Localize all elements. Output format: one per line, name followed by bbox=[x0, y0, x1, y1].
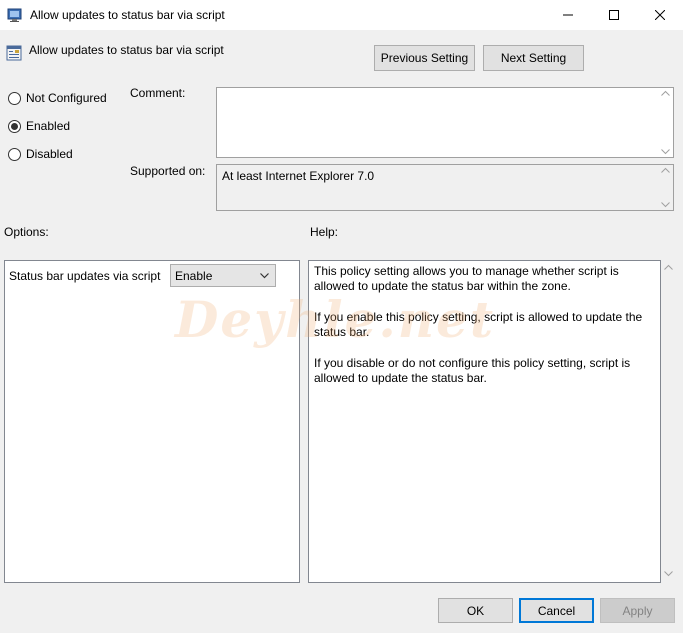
policy-title: Allow updates to status bar via script bbox=[29, 43, 224, 57]
policy-icon bbox=[6, 45, 22, 61]
radio-circle[interactable] bbox=[8, 147, 21, 161]
ok-button[interactable]: OK bbox=[438, 598, 513, 623]
radio-label: Not Configured bbox=[26, 91, 107, 105]
scroll-down-icon[interactable] bbox=[664, 571, 673, 577]
supported-on-value: At least Internet Explorer 7.0 bbox=[222, 169, 375, 183]
scroll-down-icon[interactable] bbox=[661, 202, 670, 208]
radio-enabled[interactable]: Enabled bbox=[8, 119, 70, 133]
title-bar: Allow updates to status bar via script bbox=[0, 0, 683, 30]
minimize-icon bbox=[563, 14, 573, 16]
comment-scrollbar[interactable] bbox=[658, 88, 673, 157]
next-setting-button[interactable]: Next Setting bbox=[483, 45, 584, 71]
supported-on-field: At least Internet Explorer 7.0 bbox=[216, 164, 674, 211]
app-icon bbox=[7, 8, 22, 22]
chevron-down-icon bbox=[260, 272, 269, 278]
dropdown-value: Enable bbox=[175, 268, 213, 283]
scroll-up-icon[interactable] bbox=[661, 167, 670, 173]
help-heading: Help: bbox=[310, 225, 339, 239]
radio-label: Disabled bbox=[26, 147, 73, 161]
status-bar-dropdown[interactable]: Enable bbox=[170, 264, 276, 287]
help-scrollbar[interactable] bbox=[661, 260, 676, 583]
radio-circle[interactable] bbox=[8, 91, 21, 105]
supported-on-label: Supported on: bbox=[130, 164, 206, 178]
options-heading: Options: bbox=[4, 225, 49, 239]
window-title: Allow updates to status bar via script bbox=[30, 8, 225, 22]
radio-circle-selected[interactable] bbox=[8, 119, 21, 133]
radio-label: Enabled bbox=[26, 119, 71, 133]
radio-not-configured[interactable]: Not Configured bbox=[8, 91, 107, 105]
scroll-up-icon[interactable] bbox=[661, 90, 670, 96]
close-button[interactable] bbox=[637, 0, 683, 30]
comment-label: Comment: bbox=[130, 86, 186, 100]
maximize-icon bbox=[609, 10, 619, 20]
scroll-up-icon[interactable] bbox=[664, 264, 673, 270]
supported-scrollbar[interactable] bbox=[658, 165, 673, 210]
cancel-button[interactable]: Cancel bbox=[519, 598, 594, 623]
watermark: Deyhle.net bbox=[175, 290, 496, 349]
close-icon bbox=[655, 10, 665, 20]
status-bar-setting-label: Status bar updates via script bbox=[9, 269, 161, 283]
scroll-down-icon[interactable] bbox=[661, 149, 670, 155]
maximize-button[interactable] bbox=[591, 0, 637, 30]
comment-textarea[interactable] bbox=[216, 87, 674, 158]
minimize-button[interactable] bbox=[545, 0, 591, 30]
apply-button[interactable]: Apply bbox=[600, 598, 675, 623]
radio-disabled[interactable]: Disabled bbox=[8, 147, 73, 161]
previous-setting-button[interactable]: Previous Setting bbox=[374, 45, 475, 71]
help-paragraph: If you disable or do not configure this … bbox=[314, 356, 631, 385]
